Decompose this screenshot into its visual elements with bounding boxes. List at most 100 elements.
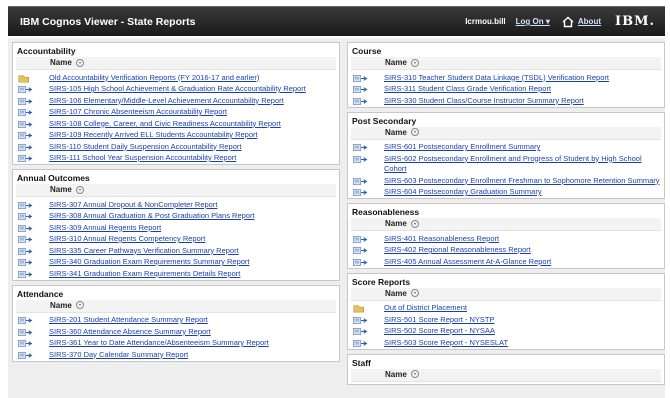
name-column-label: Name xyxy=(50,185,72,194)
report-link[interactable]: SIRS-503 Score Report - NYSESLAT xyxy=(384,338,508,349)
report-icon xyxy=(18,259,33,266)
report-icon xyxy=(353,74,368,82)
report-link[interactable]: SIRS-361 Year to Date Attendance/Absente… xyxy=(49,338,269,349)
report-row: SIRS-401 Reasonableness Report xyxy=(348,233,664,245)
report-row: SIRS-405 Annual Assessment At-A-Glance R… xyxy=(348,256,664,268)
report-link[interactable]: SIRS-307 Annual Dropout & NonCompleter R… xyxy=(49,200,217,211)
name-column-label: Name xyxy=(50,300,72,310)
report-list: SIRS-310 Teacher Student Data Linkage (T… xyxy=(348,72,664,107)
name-column-header[interactable]: Name xyxy=(351,218,661,231)
name-column-label: Name xyxy=(385,288,407,298)
folder-link[interactable]: Out of District Placement xyxy=(384,303,467,314)
report-link[interactable]: SIRS-370 Day Calendar Summary Report xyxy=(49,350,188,361)
name-column-header[interactable]: Name xyxy=(16,299,336,313)
report-list: Old Accountability Verification Reports … xyxy=(13,72,339,164)
report-icon xyxy=(18,213,33,220)
panel-attendance: Attendance Name SIRS-201 Student Attenda… xyxy=(12,284,340,362)
sort-icon[interactable] xyxy=(410,370,419,378)
report-row: SIRS-108 College, Career, and Civic Read… xyxy=(13,118,339,130)
sort-icon[interactable] xyxy=(75,301,84,309)
report-link[interactable]: SIRS-106 Elementary/Middle-Level Achieve… xyxy=(49,96,284,107)
report-link[interactable]: SIRS-330 Student Class/Course Instructor… xyxy=(384,96,584,107)
panel-score-reports: Score Reports Name Out of District Place… xyxy=(347,272,665,350)
panel-title: Reasonableness xyxy=(352,207,420,217)
sort-icon[interactable] xyxy=(75,58,84,67)
report-link[interactable]: SIRS-111 School Year Suspension Accounta… xyxy=(49,153,236,164)
report-row: SIRS-330 Student Class/Course Instructor… xyxy=(348,95,664,107)
header-right-controls: lcrmou.bill Log On ▾ About IBM. xyxy=(465,14,655,29)
report-link[interactable]: SIRS-105 High School Achievement & Gradu… xyxy=(49,84,306,95)
sort-icon[interactable] xyxy=(410,128,419,136)
folder-icon xyxy=(18,75,29,82)
report-row: SIRS-309 Annual Regents Report xyxy=(13,222,339,234)
report-link[interactable]: SIRS-108 College, Career, and Civic Read… xyxy=(49,119,281,130)
folder-icon xyxy=(353,305,364,313)
sort-icon[interactable] xyxy=(410,219,419,228)
log-on-menu[interactable]: Log On ▾ xyxy=(516,17,550,26)
name-column-label: Name xyxy=(385,58,407,67)
panel-title: Annual Outcomes xyxy=(17,173,90,183)
report-link[interactable]: SIRS-360 Attendance Absence Summary Repo… xyxy=(49,327,211,338)
report-link[interactable]: SIRS-501 Score Report - NYSTP xyxy=(384,315,494,326)
report-link[interactable]: SIRS-310 Teacher Student Data Linkage (T… xyxy=(384,73,609,84)
report-link[interactable]: SIRS-309 Annual Regents Report xyxy=(49,223,161,234)
report-link[interactable]: SIRS-603 Postsecondary Enrollment Freshm… xyxy=(384,176,660,187)
report-link[interactable]: SIRS-335 Career Pathways Verification Su… xyxy=(49,246,239,257)
report-icon xyxy=(18,155,33,162)
report-row: SIRS-106 Elementary/Middle-Level Achieve… xyxy=(13,95,339,107)
report-link[interactable]: SIRS-308 Annual Graduation & Post Gradua… xyxy=(49,211,255,222)
sort-icon[interactable] xyxy=(410,289,419,297)
report-link[interactable]: SIRS-502 Score Report - NYSAA xyxy=(384,326,495,337)
report-row: SIRS-308 Annual Graduation & Post Gradua… xyxy=(13,211,339,223)
report-link[interactable]: SIRS-310 Annual Regents Competency Repor… xyxy=(49,234,205,245)
report-list: SIRS-401 Reasonableness Report SIRS-402 R… xyxy=(348,233,664,268)
report-row: SIRS-311 Student Class Grade Verificatio… xyxy=(348,84,664,96)
report-link[interactable]: SIRS-405 Annual Assessment At-A-Glance R… xyxy=(384,257,551,268)
report-row: SIRS-341 Graduation Exam Requirements De… xyxy=(13,268,339,280)
report-link[interactable]: SIRS-201 Student Attendance Summary Repo… xyxy=(49,315,208,326)
report-link[interactable]: SIRS-340 Graduation Exam Requirements Su… xyxy=(49,257,250,268)
panel-post-secondary: Post Secondary Name SIRS-601 Postseconda… xyxy=(347,111,665,199)
name-column-header[interactable]: Name xyxy=(351,126,661,140)
report-icon xyxy=(18,317,33,324)
panel-title: Accountability xyxy=(17,46,76,56)
sort-icon[interactable] xyxy=(410,58,419,67)
report-link[interactable]: SIRS-402 Regional Reasonableness Report xyxy=(384,245,531,256)
name-column-header[interactable]: Name xyxy=(351,368,661,382)
report-icon xyxy=(18,351,33,359)
home-icon[interactable] xyxy=(562,16,574,28)
panel-title: Staff xyxy=(352,357,371,368)
report-link[interactable]: SIRS-601 Postsecondary Enrollment Summar… xyxy=(384,142,540,153)
report-link[interactable]: SIRS-602 Postsecondary Enrollment and Pr… xyxy=(384,154,660,175)
report-link[interactable]: SIRS-341 Graduation Exam Requirements De… xyxy=(49,269,240,280)
report-link[interactable]: SIRS-109 Recently Arrived ELL Students A… xyxy=(49,130,258,141)
report-row: SIRS-503 Score Report - NYSESLAT xyxy=(348,337,664,349)
report-link[interactable]: SIRS-401 Reasonableness Report xyxy=(384,234,499,245)
report-link[interactable]: SIRS-107 Chronic Absenteeism Accountabil… xyxy=(49,107,227,118)
report-row: SIRS-361 Year to Date Attendance/Absente… xyxy=(13,338,339,350)
report-row: SIRS-340 Graduation Exam Requirements Su… xyxy=(13,257,339,269)
report-link[interactable]: SIRS-604 Postsecondary Graduation Summar… xyxy=(384,187,542,198)
panel-staff: Staff Name xyxy=(347,353,665,385)
report-icon xyxy=(353,177,368,185)
report-row: SIRS-502 Score Report - NYSAA xyxy=(348,326,664,338)
report-icon xyxy=(18,120,33,128)
name-column-header[interactable]: Name xyxy=(351,57,661,70)
report-row: SIRS-201 Student Attendance Summary Repo… xyxy=(13,315,339,327)
report-icon xyxy=(18,201,33,209)
report-row: SIRS-111 School Year Suspension Accounta… xyxy=(13,153,339,165)
report-icon xyxy=(353,316,368,324)
name-column-header[interactable]: Name xyxy=(16,184,336,197)
about-link[interactable]: About xyxy=(578,17,601,26)
report-list: SIRS-201 Student Attendance Summary Repo… xyxy=(13,315,339,361)
name-column-header[interactable]: Name xyxy=(351,287,661,301)
sort-icon[interactable] xyxy=(75,185,84,194)
report-link[interactable]: SIRS-311 Student Class Grade Verificatio… xyxy=(384,84,551,95)
report-row: SIRS-310 Teacher Student Data Linkage (T… xyxy=(348,72,664,84)
folder-link[interactable]: Old Accountability Verification Reports … xyxy=(49,73,259,84)
report-icon xyxy=(353,189,368,196)
report-link[interactable]: SIRS-110 Student Daily Suspension Accoun… xyxy=(49,142,241,153)
name-column-header[interactable]: Name xyxy=(16,57,336,70)
report-icon xyxy=(18,132,33,139)
report-row: SIRS-601 Postsecondary Enrollment Summar… xyxy=(348,142,664,154)
